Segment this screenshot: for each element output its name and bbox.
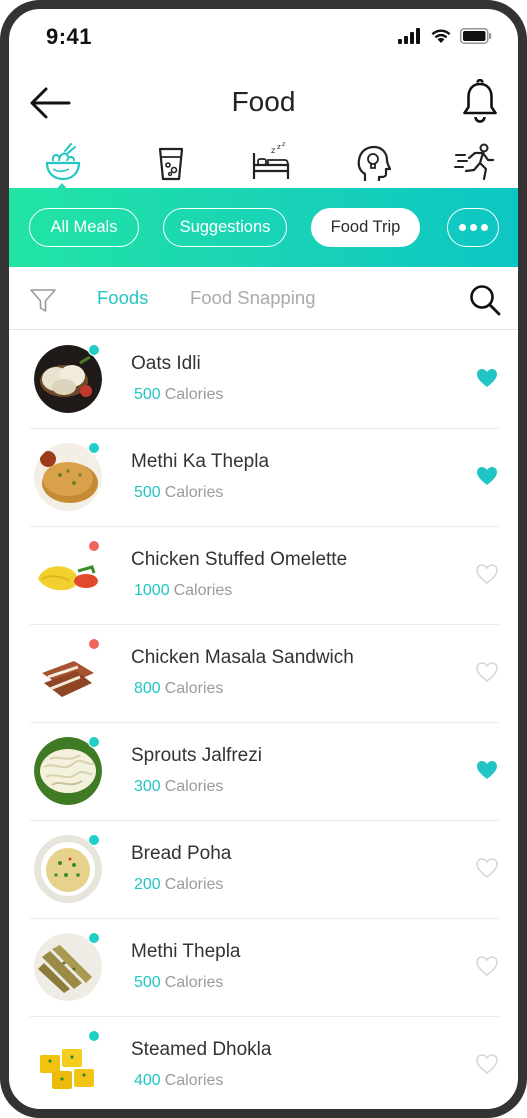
header: Food — [9, 71, 518, 133]
veg-indicator-dot — [88, 932, 100, 944]
food-calories: 500 Calories — [134, 484, 223, 502]
calorie-unit: Calories — [173, 582, 233, 599]
veg-indicator-dot — [88, 1030, 100, 1042]
battery-icon — [460, 28, 492, 44]
calorie-value: 500 — [134, 386, 161, 403]
sleep-bed-icon[interactable]: z z z — [249, 141, 293, 185]
veg-indicator-dot — [88, 442, 100, 454]
status-icons — [398, 28, 492, 44]
more-options-button[interactable] — [447, 208, 499, 247]
mind-head-icon[interactable] — [351, 141, 395, 185]
calorie-unit: Calories — [164, 386, 224, 403]
food-name: Methi Thepla — [131, 941, 241, 962]
more-dot — [458, 224, 466, 231]
bell-icon[interactable] — [460, 79, 500, 123]
more-dot — [480, 224, 488, 231]
page-title: Food — [231, 86, 296, 117]
veg-indicator-dot — [88, 736, 100, 748]
svg-text:z: z — [277, 143, 281, 151]
food-calories: 500 Calories — [134, 386, 223, 404]
food-list-item[interactable]: Methi Ka Thepla 500 Calories — [30, 429, 499, 527]
food-name: Chicken Masala Sandwich — [131, 647, 354, 668]
heart-outline-icon[interactable] — [475, 661, 499, 683]
heart-filled-icon[interactable] — [475, 367, 499, 389]
food-name: Sprouts Jalfrezi — [131, 745, 262, 766]
food-name: Methi Ka Thepla — [131, 451, 270, 472]
calorie-value: 200 — [134, 876, 161, 893]
non-veg-indicator-dot — [88, 540, 100, 552]
food-name: Bread Poha — [131, 843, 232, 864]
food-calories: 1000 Calories — [134, 582, 232, 600]
food-calories: 200 Calories — [134, 876, 223, 894]
veg-indicator-dot — [88, 344, 100, 356]
search-icon[interactable] — [468, 283, 502, 317]
calorie-unit: Calories — [164, 876, 224, 893]
food-calories: 400 Calories — [134, 1072, 223, 1090]
tab-foods[interactable]: Foods — [97, 287, 148, 309]
chip-all-meals[interactable]: All Meals — [29, 208, 139, 247]
food-list-item[interactable]: Methi Thepla 500 Calories — [30, 919, 499, 1017]
heart-filled-icon[interactable] — [475, 759, 499, 781]
svg-text:z: z — [282, 141, 285, 148]
heart-outline-icon[interactable] — [475, 563, 499, 585]
calorie-unit: Calories — [164, 680, 224, 697]
calorie-value: 1000 — [134, 582, 170, 599]
water-glass-icon[interactable] — [149, 141, 193, 185]
calorie-unit: Calories — [164, 1072, 224, 1089]
food-list-item[interactable]: Chicken Stuffed Omelette 1000 Calories — [30, 527, 499, 625]
status-time: 9:41 — [46, 24, 93, 49]
heart-outline-icon[interactable] — [475, 1053, 499, 1075]
calorie-value: 400 — [134, 1072, 161, 1089]
calorie-value: 500 — [134, 974, 161, 991]
svg-text:z: z — [271, 146, 275, 155]
screen: 9:41 Food z z z All Meals Suggestions Fo… — [9, 9, 518, 1109]
food-list-item[interactable]: Oats Idli 500 Calories — [30, 331, 499, 429]
food-name: Chicken Stuffed Omelette — [131, 549, 348, 570]
food-calories: 800 Calories — [134, 680, 223, 698]
tab-food-snapping[interactable]: Food Snapping — [190, 287, 316, 309]
wifi-icon — [431, 29, 451, 43]
heart-outline-icon[interactable] — [475, 955, 499, 977]
veg-indicator-dot — [88, 834, 100, 846]
phone-frame: 9:41 Food z z z All Meals Suggestions Fo… — [0, 0, 527, 1118]
food-list-item[interactable]: Bread Poha 200 Calories — [30, 821, 499, 919]
food-name: Steamed Dhokla — [131, 1039, 272, 1060]
food-calories: 300 Calories — [134, 778, 223, 796]
food-list-item[interactable]: Steamed Dhokla 400 Calories — [30, 1017, 499, 1109]
filter-funnel-icon[interactable] — [29, 286, 57, 314]
calorie-value: 800 — [134, 680, 161, 697]
food-list-item[interactable]: Chicken Masala Sandwich 800 Calories — [30, 625, 499, 723]
calorie-unit: Calories — [164, 974, 224, 991]
calorie-value: 500 — [134, 484, 161, 501]
chip-food-trip[interactable]: Food Trip — [311, 208, 420, 247]
chip-suggestions[interactable]: Suggestions — [163, 208, 287, 247]
food-category-icon[interactable] — [41, 141, 85, 185]
meal-filter-band: All Meals Suggestions Food Trip — [9, 188, 518, 267]
subtab-bar: Foods Food Snapping — [9, 267, 518, 330]
food-list-item[interactable]: Sprouts Jalfrezi 300 Calories — [30, 723, 499, 821]
calorie-unit: Calories — [164, 778, 224, 795]
more-dot — [469, 224, 477, 231]
cellular-signal-icon — [398, 28, 420, 44]
food-calories: 500 Calories — [134, 974, 223, 992]
calorie-unit: Calories — [164, 484, 224, 501]
status-bar: 9:41 — [9, 9, 518, 63]
food-name: Oats Idli — [131, 353, 201, 374]
non-veg-indicator-dot — [88, 638, 100, 650]
calorie-value: 300 — [134, 778, 161, 795]
running-activity-icon[interactable] — [453, 141, 497, 185]
heart-filled-icon[interactable] — [475, 465, 499, 487]
heart-outline-icon[interactable] — [475, 857, 499, 879]
